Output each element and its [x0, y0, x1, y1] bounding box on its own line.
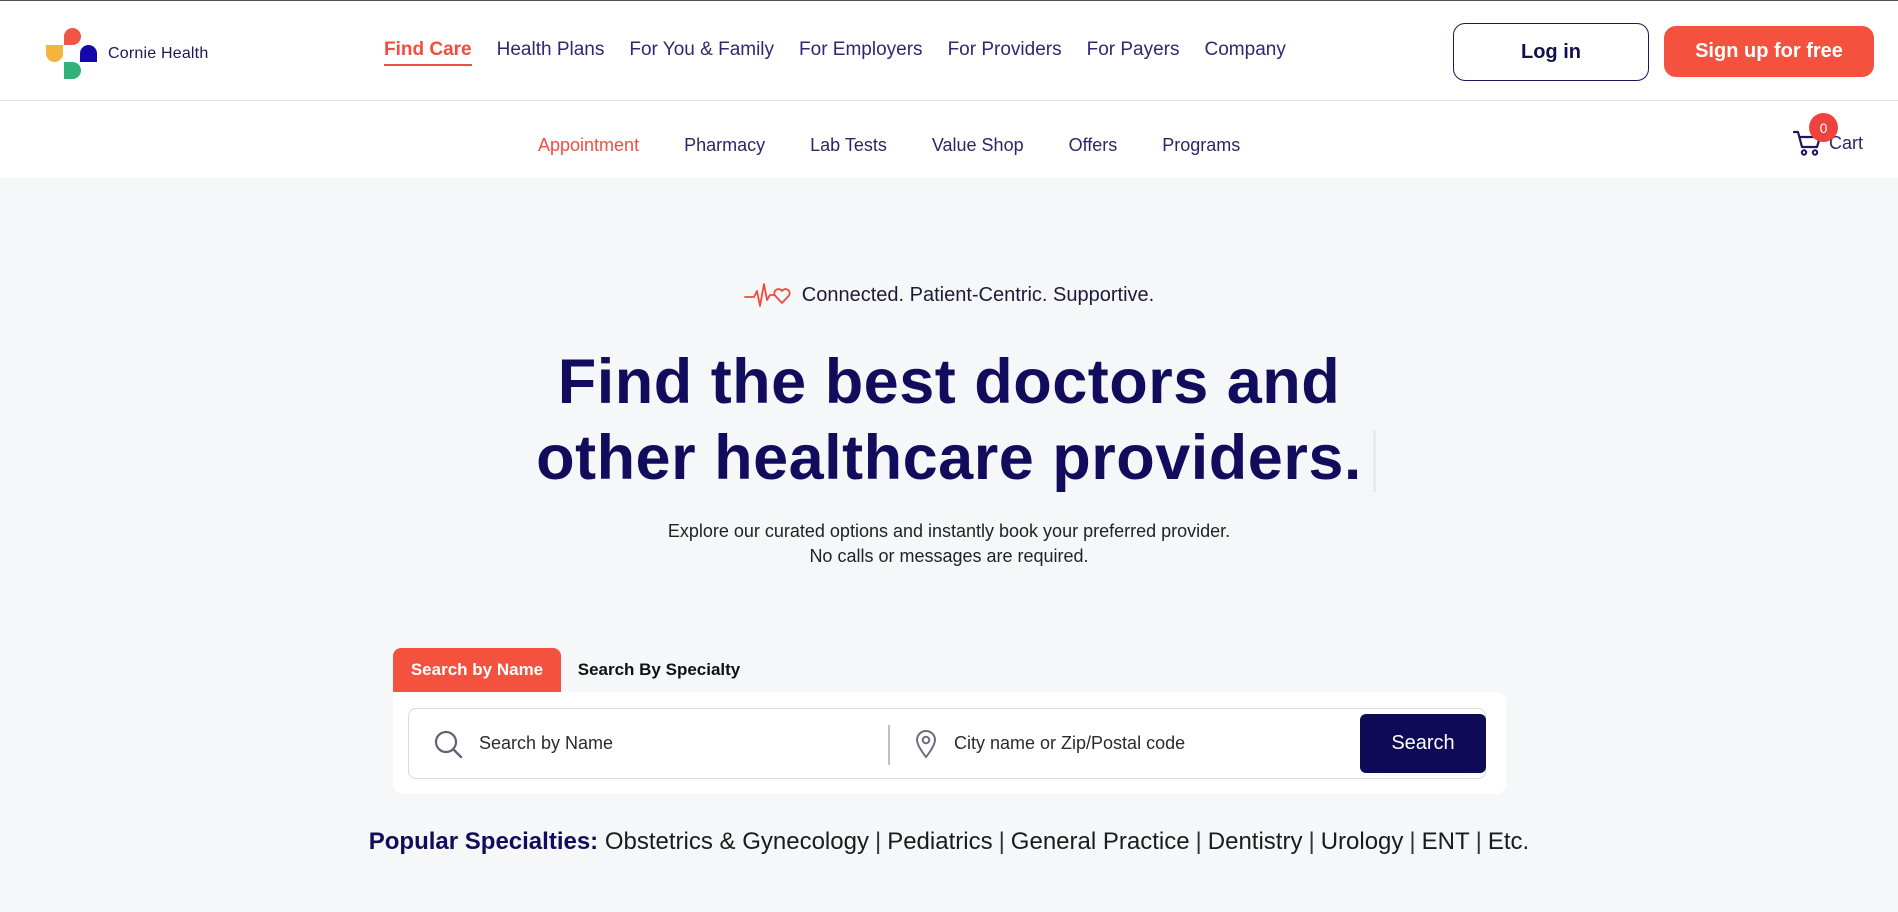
hero-headline: Find the best doctors and other healthca… — [0, 344, 1898, 496]
subnav-lab-tests[interactable]: Lab Tests — [810, 135, 887, 156]
hero-tagline: Connected. Patient-Centric. Supportive. — [0, 280, 1898, 310]
specialty-link-dentistry[interactable]: Dentistry — [1208, 828, 1303, 855]
field-divider — [888, 725, 890, 765]
specialty-link-pediatrics[interactable]: Pediatrics — [887, 828, 992, 855]
nav-for-providers[interactable]: For Providers — [948, 39, 1062, 66]
location-input[interactable] — [954, 733, 1344, 754]
search-button[interactable]: Search — [1360, 714, 1486, 773]
separator: | — [1308, 828, 1315, 855]
top-navigation: Cornie Health Find Care Health Plans For… — [0, 0, 1898, 101]
location-pin-icon — [915, 729, 937, 759]
subnav-programs[interactable]: Programs — [1162, 135, 1240, 156]
specialty-link-urology[interactable]: Urology — [1321, 828, 1404, 855]
search-name-input[interactable] — [479, 733, 859, 754]
nav-for-you-family[interactable]: For You & Family — [629, 39, 774, 66]
text-caret — [1372, 430, 1376, 492]
cart-count-badge: 0 — [1809, 113, 1838, 142]
cart-link[interactable]: 0 Cart — [1793, 113, 1863, 157]
popular-specialties-label: Popular Specialties: — [368, 828, 599, 855]
description-line-1: Explore our curated options and instantl… — [667, 521, 1231, 541]
search-panel: Search — [393, 692, 1506, 794]
nav-find-care[interactable]: Find Care — [384, 39, 472, 66]
logo-mark-icon — [44, 28, 98, 80]
tagline-text: Connected. Patient-Centric. Supportive. — [801, 283, 1155, 306]
specialty-link-general-practice[interactable]: General Practice — [1011, 828, 1190, 855]
main-nav: Find Care Health Plans For You & Family … — [384, 39, 1311, 66]
location-field — [914, 709, 1354, 778]
name-field — [433, 709, 873, 778]
specialty-link-obgyn[interactable]: Obstetrics & Gynecology — [605, 828, 869, 855]
brand-logo[interactable]: Cornie Health — [44, 28, 208, 80]
search-icon — [434, 730, 463, 758]
subnav-value-shop[interactable]: Value Shop — [932, 135, 1024, 156]
separator: | — [1409, 828, 1416, 855]
separator: | — [1475, 828, 1482, 855]
separator: | — [1195, 828, 1202, 855]
sub-navigation: Appointment Pharmacy Lab Tests Value Sho… — [0, 101, 1898, 178]
description-line-2: No calls or messages are required. — [809, 546, 1089, 566]
heartbeat-icon — [743, 283, 791, 307]
signup-button[interactable]: Sign up for free — [1664, 26, 1874, 77]
headline-line-2: other healthcare providers. — [536, 423, 1362, 493]
separator: | — [874, 828, 882, 855]
separator: | — [998, 828, 1005, 855]
hero-description: Explore our curated options and instantl… — [0, 519, 1898, 569]
brand-name: Cornie Health — [108, 45, 209, 62]
nav-for-payers[interactable]: For Payers — [1087, 39, 1180, 66]
headline-line-1: Find the best doctors and — [557, 347, 1341, 417]
specialty-link-etc[interactable]: Etc. — [1488, 828, 1529, 855]
subnav-appointment[interactable]: Appointment — [538, 135, 639, 156]
subnav-offers[interactable]: Offers — [1069, 135, 1118, 156]
sub-nav: Appointment Pharmacy Lab Tests Value Sho… — [538, 135, 1285, 156]
nav-company[interactable]: Company — [1205, 39, 1286, 66]
nav-health-plans[interactable]: Health Plans — [497, 39, 605, 66]
specialty-link-ent[interactable]: ENT — [1422, 828, 1470, 855]
tab-search-by-specialty[interactable]: Search By Specialty — [564, 648, 754, 692]
login-button[interactable]: Log in — [1453, 23, 1649, 81]
nav-for-employers[interactable]: For Employers — [799, 39, 923, 66]
subnav-pharmacy[interactable]: Pharmacy — [684, 135, 765, 156]
popular-specialties: Popular Specialties: Obstetrics & Gyneco… — [0, 828, 1898, 856]
search-form: Search — [408, 708, 1486, 779]
tab-search-by-name[interactable]: Search by Name — [393, 648, 561, 692]
